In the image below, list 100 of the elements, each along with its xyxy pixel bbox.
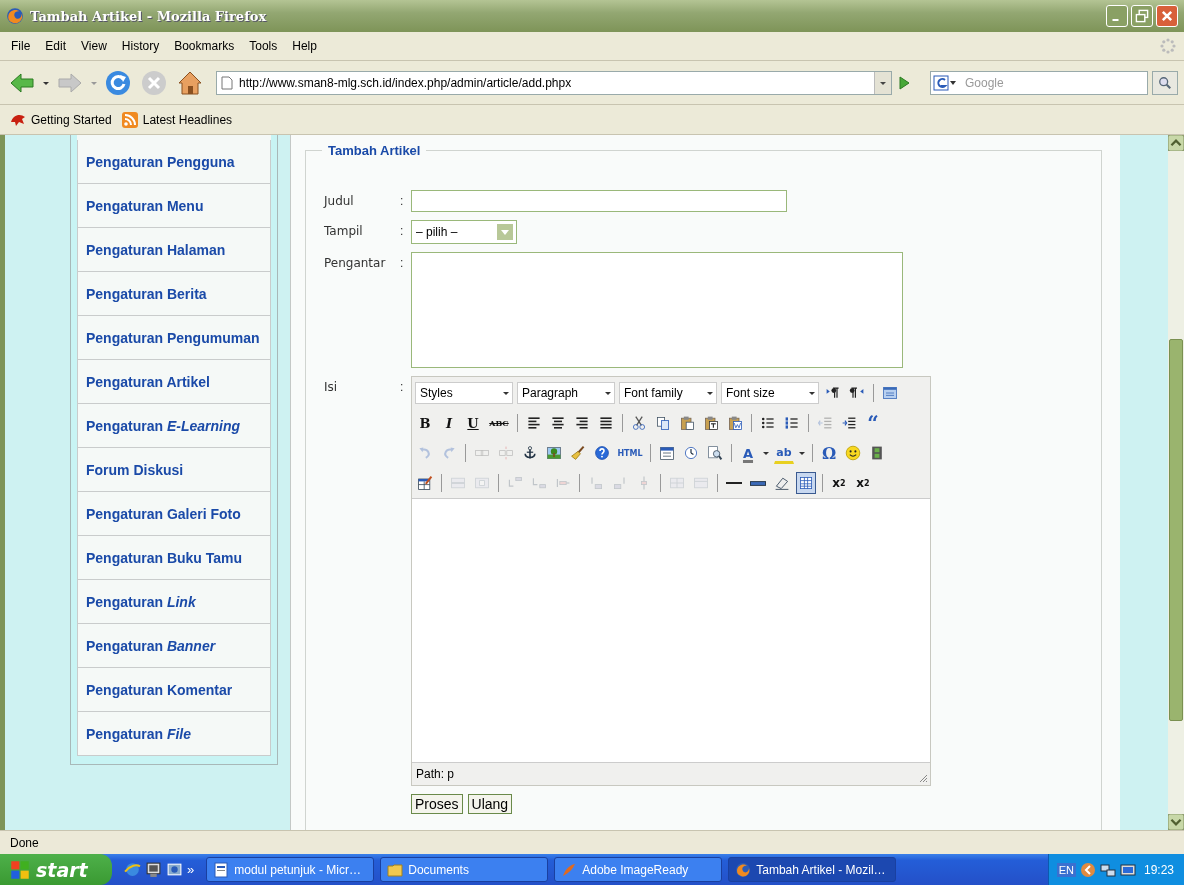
text-field[interactable] — [411, 190, 787, 212]
sidebar-link[interactable]: Pengaturan File — [77, 712, 271, 756]
menu-item[interactable]: Tools — [242, 37, 286, 55]
monitor-icon[interactable] — [145, 861, 162, 878]
firefox-icon — [6, 7, 24, 25]
dropdown-arrow-icon[interactable] — [706, 389, 714, 397]
dropdown-arrow-icon[interactable] — [808, 389, 816, 397]
network-icon[interactable] — [1099, 861, 1116, 878]
expand-tray-icon[interactable] — [1079, 861, 1096, 878]
go-icon[interactable] — [896, 74, 912, 91]
menu-item[interactable]: View — [74, 37, 115, 55]
strikethrough-button[interactable]: ABC — [487, 412, 511, 434]
sidebar-link[interactable]: Pengaturan Banner — [77, 624, 271, 668]
justify-icon — [598, 414, 614, 432]
menu-item[interactable]: History — [114, 37, 168, 55]
bookmark-link[interactable]: Latest Headlines — [121, 111, 233, 128]
dropdown-arrow-icon[interactable] — [762, 449, 770, 457]
menu-item[interactable]: File — [4, 37, 39, 55]
search-button[interactable] — [1152, 70, 1178, 95]
sidebar-link[interactable]: Pengaturan Pengguna — [77, 140, 271, 184]
magnifier-icon — [707, 444, 723, 462]
menu-item[interactable]: Edit — [38, 37, 75, 55]
bold-button[interactable]: B — [415, 412, 435, 434]
align-center-icon — [550, 414, 566, 432]
sidebar-link[interactable]: Pengaturan Pengumuman — [77, 316, 271, 360]
minimize-button[interactable] — [1106, 5, 1128, 27]
format-dropdown[interactable]: Styles — [415, 382, 513, 404]
sidebar-link[interactable]: Pengaturan Berita — [77, 272, 271, 316]
field-label: Isi — [324, 379, 339, 394]
image-icon — [546, 444, 562, 462]
table-grid-button[interactable] — [796, 472, 816, 494]
dropdown-arrow-icon[interactable] — [502, 389, 510, 397]
windows-logo-icon — [10, 859, 30, 880]
sidebar-link[interactable]: Pengaturan Buku Tamu — [77, 536, 271, 580]
menu-item[interactable]: Bookmarks — [167, 37, 243, 55]
insert-column-icon — [612, 474, 628, 492]
clipboard-icon — [703, 414, 719, 432]
sidebar-link[interactable]: Pengaturan Artikel — [77, 360, 271, 404]
field-label: Pengantar — [324, 255, 387, 270]
taskbar-button[interactable]: Tambah Artikel - Mozil… — [728, 857, 897, 882]
sidebar-link[interactable]: Forum Diskusi — [77, 448, 271, 492]
history-dropdown-icon[interactable] — [874, 71, 891, 94]
dropdown-arrow-icon[interactable] — [798, 449, 806, 457]
display-icon[interactable] — [1119, 861, 1136, 878]
italic-button[interactable]: I — [439, 412, 459, 434]
dropdown-arrow-icon[interactable] — [604, 389, 612, 397]
superscript-button[interactable]: x$^{2}$ — [853, 472, 873, 494]
clipboard-icon — [679, 414, 695, 432]
bookmark-link[interactable]: Getting Started — [10, 111, 112, 128]
taskbar-button[interactable]: Adobe ImageReady — [554, 857, 723, 882]
taskbar-button[interactable]: modul petunjuk - Micr… — [206, 857, 375, 882]
field-colon: : — [400, 193, 405, 208]
field-label: Judul — [324, 193, 355, 208]
dropdown-field[interactable]: – pilih – — [411, 220, 517, 244]
format-dropdown[interactable]: Paragraph — [517, 382, 615, 404]
insert-column-icon — [588, 474, 604, 492]
format-dropdown[interactable]: Font family — [619, 382, 717, 404]
resize-grip-icon[interactable] — [918, 773, 928, 783]
sidebar-link[interactable]: Pengaturan Galeri Foto — [77, 492, 271, 536]
sidebar-link[interactable]: Pengaturan Komentar — [77, 668, 271, 712]
sidebar-link[interactable]: Pengaturan Menu — [77, 184, 271, 228]
form-button[interactable]: Proses — [411, 794, 463, 814]
underline-button[interactable]: U — [463, 412, 483, 434]
scroll-thumb[interactable] — [1169, 339, 1183, 721]
form-button[interactable]: Ulang — [467, 794, 513, 814]
highlight-color-button[interactable]: ab — [774, 442, 794, 464]
firefox-icon — [735, 861, 752, 878]
smiley-icon — [845, 444, 861, 462]
more-button[interactable]: » — [187, 862, 195, 877]
text-color-button[interactable]: A — [738, 442, 758, 464]
form-legend: Tambah Artikel — [322, 143, 427, 158]
scroll-down-icon[interactable] — [1168, 814, 1184, 830]
folder-icon — [387, 861, 404, 878]
calendar-icon — [659, 444, 675, 462]
scrollbar[interactable] — [1168, 135, 1184, 830]
clipboard-icon — [727, 414, 743, 432]
language-indicator[interactable]: EN — [1056, 862, 1076, 877]
help-icon — [594, 444, 610, 462]
address-field[interactable]: http://www.sman8-mlg.sch.id/index.php/admin/article/add.phpx — [216, 70, 892, 95]
sidebar-link[interactable]: Pengaturan Halaman — [77, 228, 271, 272]
restore-button[interactable] — [1131, 5, 1153, 27]
blockquote-button[interactable]: “ — [863, 412, 883, 434]
format-dropdown[interactable]: Font size — [721, 382, 819, 404]
horizontal-bar-icon — [750, 480, 766, 486]
window-icon — [882, 384, 898, 402]
scissors-icon — [631, 414, 647, 432]
desktop-icon[interactable] — [166, 861, 183, 878]
sidebar-link[interactable]: Pengaturan E-Learning — [77, 404, 271, 448]
close-button[interactable] — [1156, 5, 1178, 27]
html-button[interactable]: HTML — [616, 442, 644, 464]
table-grid-icon — [798, 474, 814, 492]
taskbar-button[interactable]: Documents — [380, 857, 549, 882]
copy-icon — [655, 414, 671, 432]
menu-item[interactable]: Help — [285, 37, 325, 55]
special-character-button[interactable]: Ω — [819, 442, 839, 464]
horizontal-rule-icon — [726, 482, 742, 484]
scroll-up-icon[interactable] — [1168, 135, 1184, 151]
globe-icon[interactable] — [124, 861, 141, 878]
sidebar-link[interactable]: Pengaturan Link — [77, 580, 271, 624]
search-box[interactable]: Google — [930, 70, 1148, 95]
